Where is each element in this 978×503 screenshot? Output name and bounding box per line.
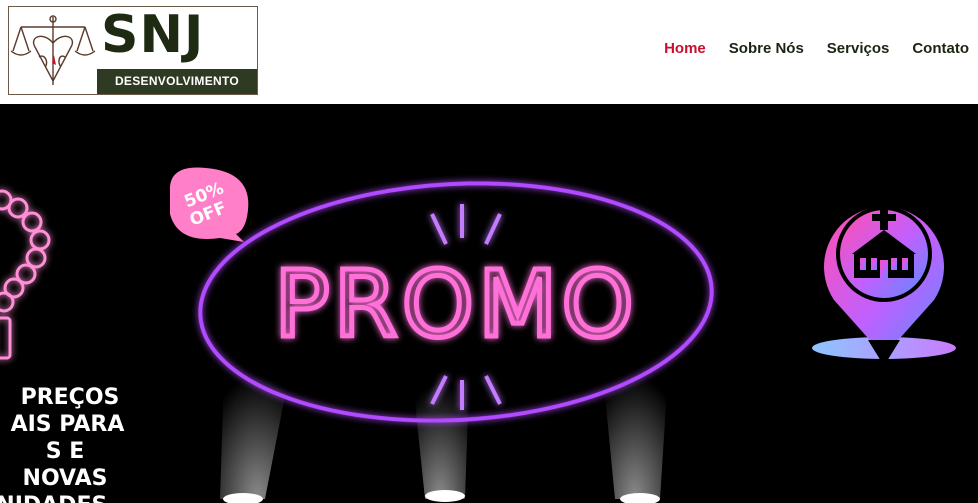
scales-heart-emblem-icon — [9, 7, 98, 94]
promo-line-3: S E NOVAS — [22, 439, 108, 491]
promo-banner-art: PROMO 50% OFF — [0, 167, 956, 503]
nav-contato[interactable]: Contato — [912, 40, 969, 57]
nav-home[interactable]: Home — [664, 40, 706, 57]
site-header: SNJ DESENVOLVIMENTO Home Sobre Nós Servi… — [0, 0, 978, 104]
church-location-pin-icon — [812, 206, 956, 366]
nav-servicos[interactable]: Serviços — [827, 40, 890, 57]
discount-badge: 50% OFF — [169, 167, 249, 242]
promo-line-2: AIS PARA — [10, 412, 125, 437]
promo-line-1: PREÇOS — [20, 385, 120, 410]
spotlight-beams — [220, 344, 670, 503]
promo-line-4: NIDADES. — [0, 492, 125, 503]
brand-block: SNJ DESENVOLVIMENTO — [97, 5, 257, 94]
main-nav: Home Sobre Nós Serviços Contato — [664, 40, 969, 57]
brand-tagline: DESENVOLVIMENTO — [97, 69, 257, 94]
promo-neon-text: PROMO — [274, 251, 638, 358]
promo-banner[interactable]: PROMO 50% OFF PREÇOS AIS PARA S E NOVAS — [0, 104, 978, 503]
brand-name: SNJ — [101, 5, 205, 65]
snj-logo[interactable]: SNJ DESENVOLVIMENTO — [8, 5, 258, 95]
nav-sobre-nos[interactable]: Sobre Nós — [729, 40, 804, 57]
rosary-icon — [0, 189, 51, 360]
promo-copy: PREÇOS AIS PARA S E NOVAS NIDADES. — [0, 384, 125, 503]
